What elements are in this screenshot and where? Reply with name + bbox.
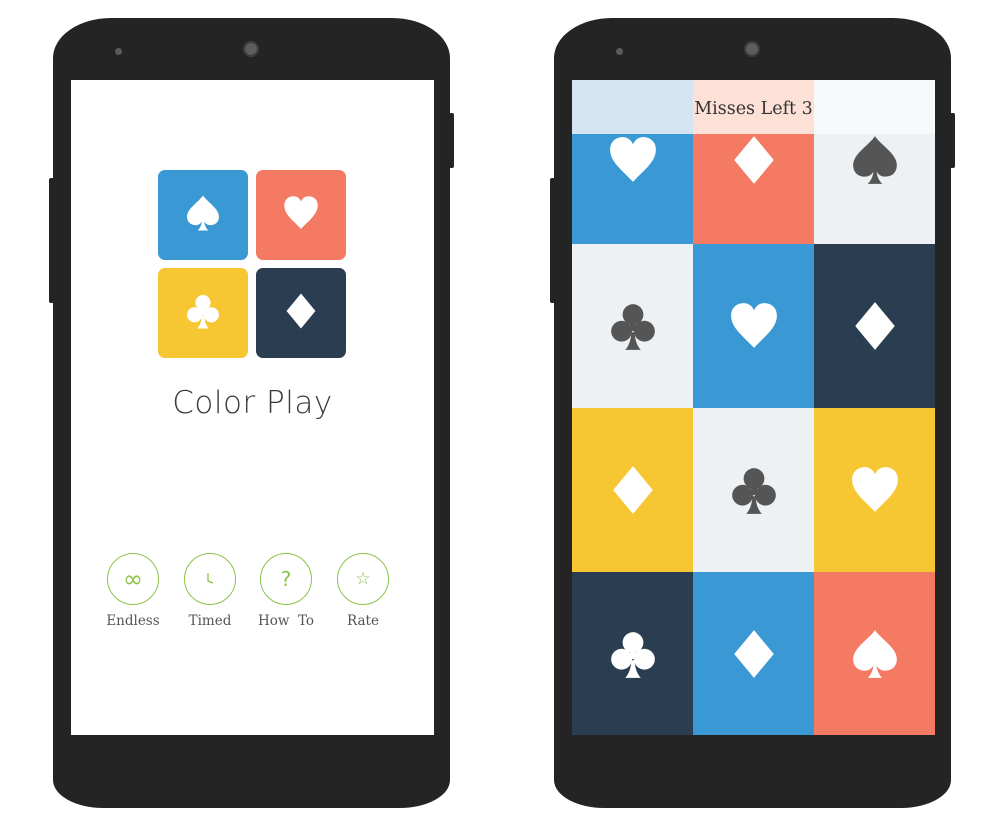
- volume-button: [49, 178, 54, 303]
- game-tile-spade[interactable]: [814, 134, 935, 244]
- logo-tile-diamond: [256, 268, 346, 358]
- game-tile-club[interactable]: [572, 572, 693, 735]
- menu-item-how-to[interactable]: ? How To: [246, 553, 326, 629]
- menu-label: Endless: [106, 613, 160, 629]
- game-tile-club[interactable]: [572, 244, 693, 408]
- game-tile-club[interactable]: [693, 408, 814, 572]
- front-camera: [744, 41, 760, 57]
- app-logo: [158, 170, 346, 358]
- spade-icon: [849, 628, 901, 680]
- club-icon: [607, 300, 659, 352]
- heart-icon: [728, 300, 780, 352]
- front-camera: [243, 41, 259, 57]
- misses-left-text: Misses Left 3: [694, 99, 813, 119]
- power-button: [449, 113, 454, 168]
- question-icon[interactable]: ?: [260, 553, 312, 605]
- game-tile-heart[interactable]: [814, 408, 935, 572]
- main-menu: ∞ Endless Timed? How To ☆ Rate: [71, 553, 434, 633]
- diamond-icon: [728, 134, 780, 186]
- logo-tile-spade: [158, 170, 248, 260]
- logo-tile-heart: [256, 170, 346, 260]
- game-tile-spade[interactable]: [814, 572, 935, 735]
- left-phone: Color Play ∞ Endless Timed? How To ☆ Rate: [49, 18, 454, 808]
- diamond-icon: [728, 628, 780, 680]
- front-sensor: [616, 48, 623, 55]
- star-icon[interactable]: ☆: [337, 553, 389, 605]
- spade-icon: [849, 134, 901, 186]
- menu-label: Timed: [188, 613, 232, 629]
- menu-label: How To: [257, 613, 315, 629]
- club-icon: [728, 464, 780, 516]
- game-tile-diamond[interactable]: [814, 244, 935, 408]
- menu-label: Rate: [347, 613, 379, 629]
- game-tile-heart[interactable]: [572, 134, 693, 244]
- diamond-icon: [607, 464, 659, 516]
- game-screen: Misses Left 3: [572, 80, 935, 735]
- heart-icon: [849, 464, 901, 516]
- game-tile-heart[interactable]: [693, 244, 814, 408]
- power-button: [950, 113, 955, 168]
- infinity-icon[interactable]: ∞: [107, 553, 159, 605]
- menu-item-endless[interactable]: ∞ Endless: [93, 553, 173, 629]
- app-title: Color Play: [172, 385, 333, 421]
- game-tile-diamond[interactable]: [572, 408, 693, 572]
- spade-icon: [184, 194, 222, 236]
- club-icon: [184, 292, 222, 334]
- menu-item-timed[interactable]: Timed: [170, 553, 250, 629]
- club-icon: [607, 628, 659, 680]
- heart-icon: [282, 194, 320, 236]
- right-phone: Misses Left 3: [550, 18, 955, 808]
- logo-tile-club: [158, 268, 248, 358]
- game-tile-diamond[interactable]: [693, 572, 814, 735]
- menu-item-rate[interactable]: ☆ Rate: [323, 553, 403, 629]
- volume-button: [550, 178, 555, 303]
- diamond-icon: [849, 300, 901, 352]
- game-tile-diamond[interactable]: [693, 134, 814, 244]
- heart-icon: [607, 134, 659, 186]
- clock-icon[interactable]: [184, 553, 236, 605]
- diamond-icon: [282, 292, 320, 334]
- front-sensor: [115, 48, 122, 55]
- home-screen: Color Play ∞ Endless Timed? How To ☆ Rate: [71, 80, 434, 735]
